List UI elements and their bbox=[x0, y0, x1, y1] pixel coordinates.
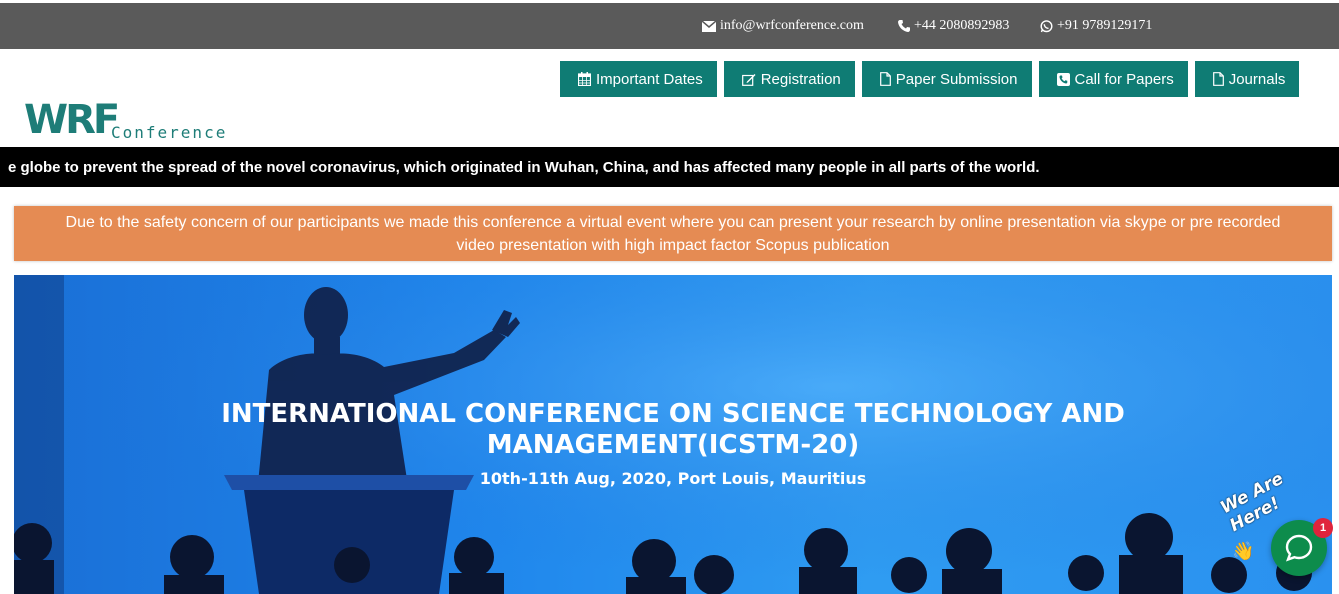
document-icon bbox=[879, 72, 891, 86]
notice-line-2: video presentation with high impact fact… bbox=[456, 237, 890, 254]
waving-hand-icon: 👋 bbox=[1232, 541, 1255, 561]
document-icon bbox=[1212, 72, 1224, 86]
news-ticker[interactable]: e globe to prevent the spread of the nov… bbox=[0, 147, 1339, 187]
calendar-icon bbox=[578, 72, 591, 86]
journals-label: Journals bbox=[1228, 70, 1286, 88]
hero-banner: INTERNATIONAL CONFERENCE ON SCIENCE TECH… bbox=[14, 275, 1332, 594]
phone-square-icon bbox=[1056, 72, 1070, 86]
phone-icon bbox=[898, 20, 910, 32]
edit-icon bbox=[741, 73, 756, 86]
conference-title-line-1: INTERNATIONAL CONFERENCE ON SCIENCE TECH… bbox=[221, 399, 1125, 429]
phone-link[interactable]: +44 2080892983 bbox=[898, 18, 1009, 34]
whatsapp-text: +91 9789129171 bbox=[1057, 18, 1153, 33]
email-link[interactable]: info@wrfconference.com bbox=[702, 18, 864, 34]
notice-line-1: Due to the safety concern of our partici… bbox=[65, 214, 1281, 231]
virtual-event-notice: Due to the safety concern of our partici… bbox=[14, 206, 1332, 261]
logo-mark: WRF bbox=[24, 97, 120, 143]
main-nav: Important Dates Registration Paper Submi… bbox=[560, 61, 1300, 97]
chat-bubble-icon bbox=[1285, 534, 1313, 562]
conference-title: INTERNATIONAL CONFERENCE ON SCIENCE TECH… bbox=[84, 399, 1262, 461]
phone-text: +44 2080892983 bbox=[914, 18, 1010, 33]
conference-date-location: 10th-11th Aug, 2020, Port Louis, Mauriti… bbox=[479, 469, 867, 488]
whatsapp-icon bbox=[1040, 19, 1053, 32]
call-for-papers-button[interactable]: Call for Papers bbox=[1038, 61, 1188, 97]
registration-label: Registration bbox=[760, 70, 841, 88]
top-contact-bar: info@wrfconference.com +44 2080892983 +9… bbox=[0, 3, 1339, 49]
chat-unread-badge: 1 bbox=[1313, 518, 1333, 538]
whatsapp-link[interactable]: +91 9789129171 bbox=[1040, 18, 1152, 34]
call-for-papers-label: Call for Papers bbox=[1074, 70, 1174, 88]
email-text: info@wrfconference.com bbox=[720, 18, 864, 33]
ticker-text: e globe to prevent the spread of the nov… bbox=[8, 159, 1040, 176]
paper-submission-label: Paper Submission bbox=[895, 70, 1018, 88]
registration-button[interactable]: Registration bbox=[723, 61, 855, 97]
logo-subtitle: Conference bbox=[111, 123, 228, 142]
journals-button[interactable]: Journals bbox=[1194, 61, 1300, 97]
important-dates-button[interactable]: Important Dates bbox=[560, 61, 717, 97]
site-logo[interactable]: WRF Conference bbox=[24, 98, 254, 146]
paper-submission-button[interactable]: Paper Submission bbox=[861, 61, 1032, 97]
conference-title-line-2: MANAGEMENT(ICSTM-20) bbox=[486, 430, 860, 460]
envelope-icon bbox=[702, 20, 716, 32]
important-dates-label: Important Dates bbox=[596, 70, 703, 88]
